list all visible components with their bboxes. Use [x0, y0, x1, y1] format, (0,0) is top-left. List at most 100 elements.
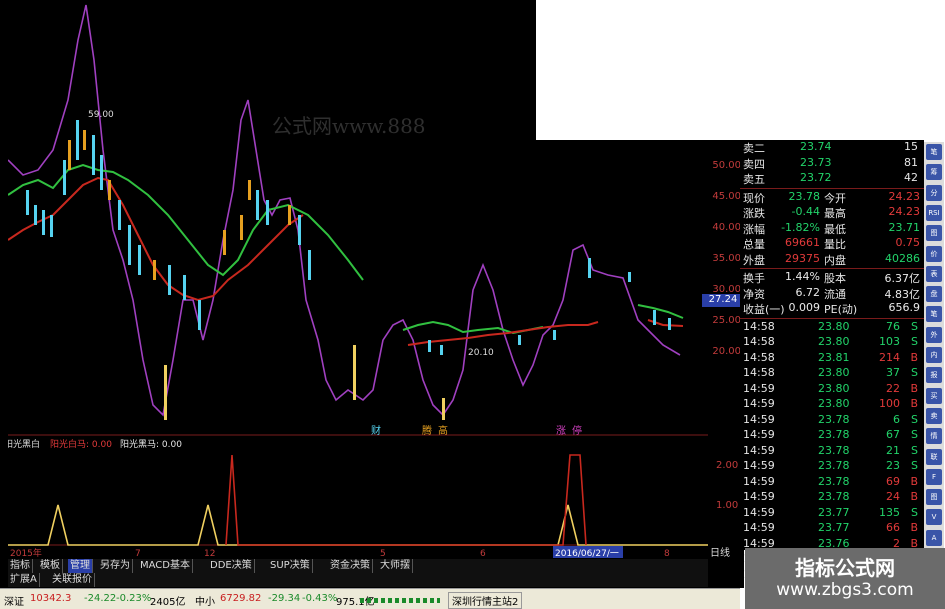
- side-tab[interactable]: 价: [926, 245, 942, 262]
- side-tab[interactable]: 内: [926, 347, 942, 363]
- zx-label: 中小: [195, 597, 215, 608]
- tick-volume: 22: [886, 381, 900, 395]
- side-tab[interactable]: F: [926, 468, 942, 485]
- stat-value: 656.9: [888, 301, 921, 314]
- tag-teng: 腾: [422, 424, 432, 437]
- toolbar-button[interactable]: DDE决策: [208, 559, 255, 573]
- secondary-toolbar: 扩展A 关联报价: [8, 573, 708, 587]
- side-tab[interactable]: A: [926, 529, 942, 546]
- order-row: 卖五 23.72 42: [740, 171, 924, 186]
- toolbar-button[interactable]: 关联报价: [50, 573, 95, 587]
- tick-time: 14:59: [743, 443, 775, 457]
- stat-label: 换手: [743, 272, 765, 285]
- order-row: 卖二 23.74 15: [740, 140, 924, 155]
- side-tab[interactable]: 卖: [926, 407, 942, 424]
- side-tab[interactable]: RSI: [926, 204, 942, 221]
- sz-value: 10342.3: [30, 593, 72, 604]
- kline-chart[interactable]: 59.00 20.10 财 腾 高 涨 停 阳光黑白 阳光白马: 0.00 阳光…: [8, 0, 708, 560]
- tick-side: B: [910, 397, 918, 410]
- axis-tick: 50.00: [712, 160, 741, 171]
- stat-row: 涨跌 -0.44 最高 24.23: [740, 205, 924, 220]
- tick-row: 14:59 23.78 21 S: [740, 444, 924, 459]
- indicator-toolbar: 指标 模板 管理 另存为 MACD基本 DDE决策 SUP决策 资金决策 大师摆: [8, 559, 708, 573]
- tick-time: 14:58: [743, 350, 775, 364]
- side-tab[interactable]: 图: [926, 489, 942, 506]
- toolbar-button[interactable]: 模板: [38, 559, 63, 573]
- stat-label: 最高: [824, 207, 846, 220]
- tick-time: 14:59: [743, 459, 775, 472]
- tick-side: B: [910, 350, 918, 364]
- candles: [26, 120, 671, 355]
- tick-side: S: [911, 412, 918, 426]
- zx-value: 6729.82: [220, 593, 262, 604]
- side-tab[interactable]: 外: [926, 326, 942, 343]
- toolbar-button[interactable]: 大师摆: [378, 559, 413, 573]
- stat-value: 23.78: [788, 189, 821, 203]
- tick-volume: 103: [879, 335, 900, 348]
- server-status[interactable]: 深圳行情主站2: [448, 592, 523, 609]
- signal-bars: [164, 345, 445, 420]
- tick-row: 14:58 23.80 76 S: [740, 320, 924, 335]
- toolbar-button[interactable]: 另存为: [98, 559, 133, 573]
- side-tab[interactable]: 报: [926, 367, 942, 384]
- tick-row: 14:59 23.78 23 S: [740, 459, 924, 474]
- tick-row: 14:59 23.78 6 S: [740, 413, 924, 428]
- price-axis: 50.00 45.00 40.00 35.00 30.00 25.00 20.0…: [702, 140, 744, 440]
- toolbar-button[interactable]: MACD基本: [138, 559, 193, 573]
- toolbar-button[interactable]: 指标: [8, 559, 33, 573]
- stat-label: 现价: [743, 191, 765, 205]
- tick-side: S: [911, 428, 918, 441]
- tick-price: 23.80: [818, 397, 850, 410]
- tick-volume: 214: [879, 350, 900, 364]
- tag-ting: 停: [572, 424, 582, 437]
- toolbar-button[interactable]: SUP决策: [268, 559, 313, 573]
- side-tab[interactable]: V: [926, 509, 942, 526]
- toolbar-button[interactable]: 资金决策: [328, 559, 373, 573]
- order-volume: 81: [904, 155, 918, 169]
- tick-time: 14:59: [743, 521, 775, 534]
- stat-value: 4.83亿: [884, 287, 921, 301]
- tick-side: S: [911, 459, 918, 472]
- side-tab[interactable]: 联: [926, 448, 942, 465]
- indicator-title: 阳光黑白: [8, 438, 40, 450]
- order-price: 23.72: [800, 171, 832, 184]
- order-row: 卖四 23.73 81: [740, 156, 924, 171]
- tick-side: B: [910, 521, 918, 534]
- side-tab[interactable]: 筹: [926, 164, 942, 181]
- order-price: 23.74: [800, 140, 832, 153]
- side-tab[interactable]: 笔: [926, 306, 942, 323]
- tick-volume: 76: [886, 319, 900, 333]
- stat-label: 净资: [743, 287, 765, 301]
- toolbar-button[interactable]: 扩展A: [8, 573, 40, 587]
- tick-side: S: [911, 505, 918, 519]
- indicator-series-white: 阳光白马: 0.00: [50, 438, 112, 450]
- side-tab[interactable]: 买: [926, 387, 942, 404]
- tick-volume: 37: [886, 366, 900, 379]
- sz-percent: -0.23%: [116, 593, 152, 604]
- period-label[interactable]: 日线: [710, 544, 730, 559]
- tick-price: 23.80: [818, 366, 850, 379]
- tick-time: 14:58: [743, 319, 775, 333]
- side-tab[interactable]: 情: [926, 428, 942, 445]
- toolbar-button[interactable]: 管理: [68, 559, 93, 573]
- brand-title: 指标公式网: [795, 556, 895, 580]
- side-tab[interactable]: 笔: [926, 144, 942, 160]
- tick-volume: 100: [879, 397, 900, 410]
- tick-price: 23.77: [818, 505, 850, 519]
- purple-line: [8, 4, 681, 417]
- order-label: 卖四: [743, 157, 765, 171]
- side-tab[interactable]: 分: [926, 184, 942, 201]
- tick-side: S: [911, 319, 918, 333]
- tick-time: 14:59: [743, 490, 775, 503]
- stat-value: 0.009: [788, 301, 821, 314]
- tick-volume: 67: [886, 428, 900, 441]
- side-tab[interactable]: 表: [926, 265, 942, 282]
- stat-value: 1.44%: [785, 270, 820, 283]
- axis-tick: 25.00: [712, 315, 741, 326]
- side-tab[interactable]: 盘: [926, 286, 942, 303]
- tick-volume: 24: [886, 490, 900, 503]
- tick-row: 14:59 23.80 100 B: [740, 397, 924, 412]
- stat-label: 股本: [824, 272, 846, 285]
- stat-label: 涨跌: [743, 207, 765, 220]
- side-tab[interactable]: 图: [926, 225, 942, 242]
